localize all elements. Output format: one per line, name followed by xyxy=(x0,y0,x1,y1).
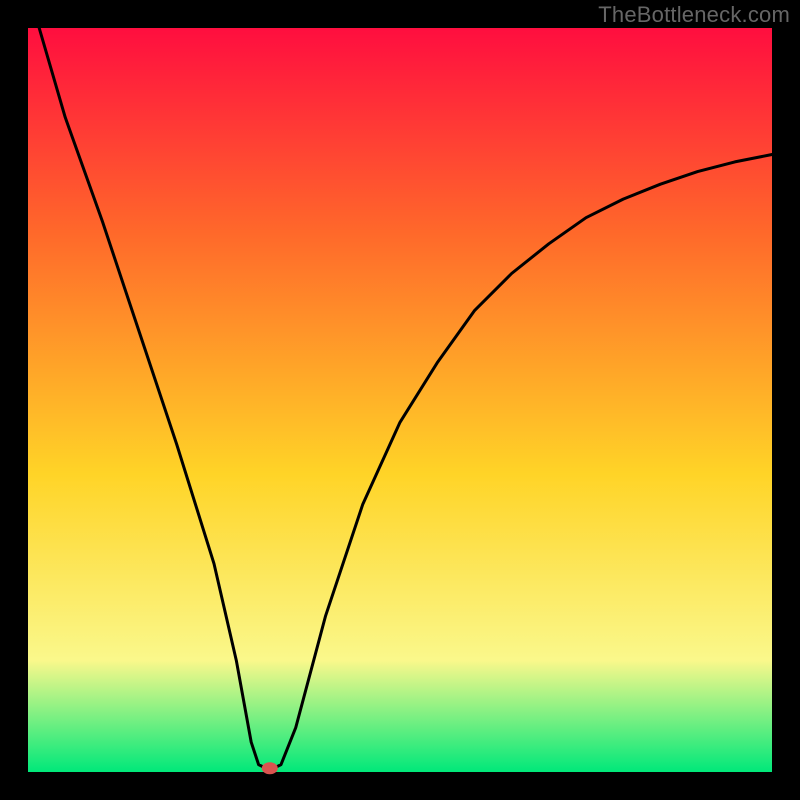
plot-area xyxy=(28,28,772,772)
chart-container: TheBottleneck.com xyxy=(0,0,800,800)
optimal-point-marker xyxy=(262,762,278,774)
watermark-text: TheBottleneck.com xyxy=(598,2,790,28)
bottleneck-chart xyxy=(0,0,800,800)
